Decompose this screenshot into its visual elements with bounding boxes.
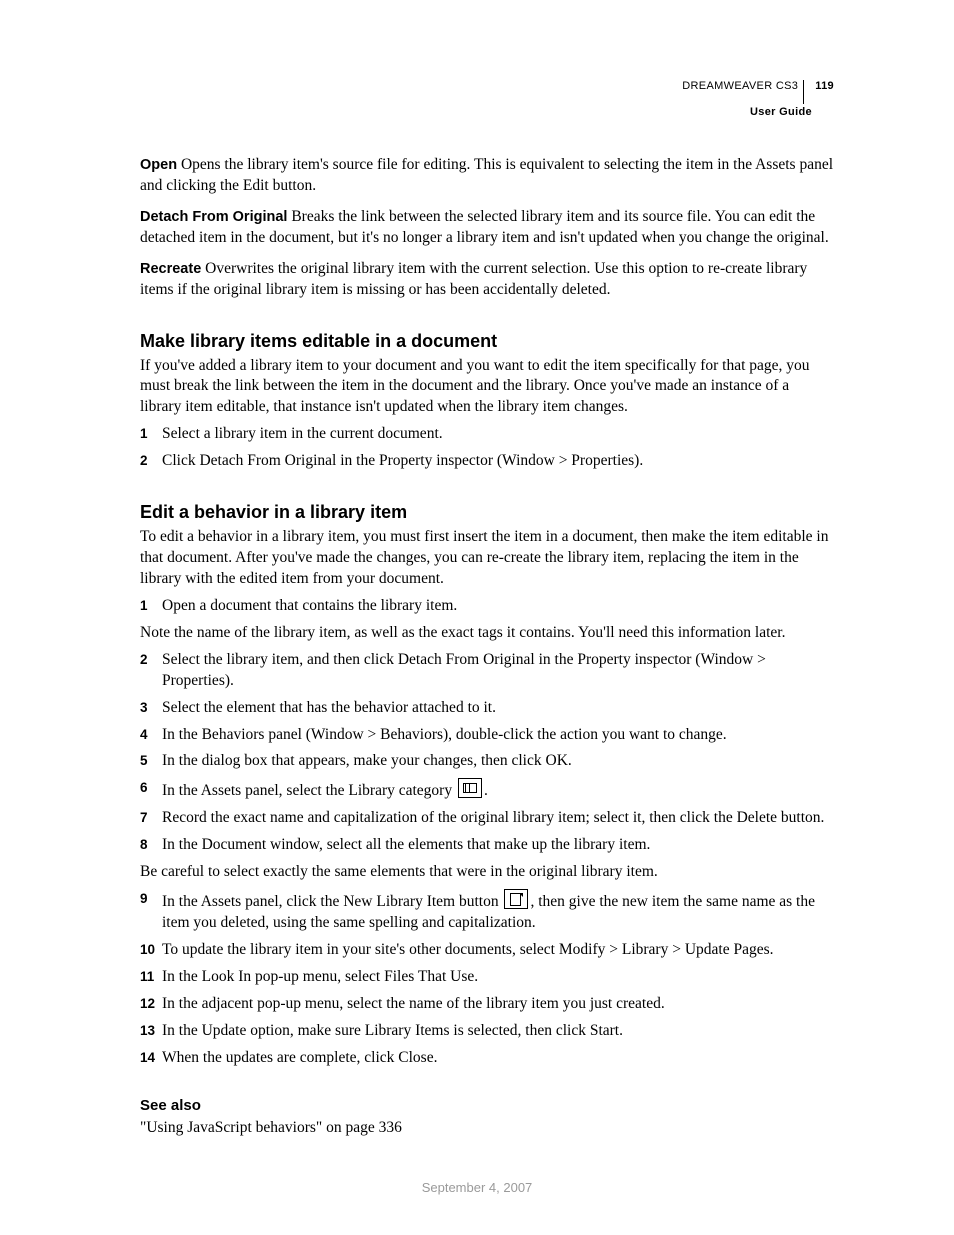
steps-list: 1 Open a document that contains the libra… [140, 596, 834, 617]
step-item: 5 In the dialog box that appears, make yo… [140, 751, 834, 772]
definition-term: Detach From Original [140, 209, 287, 225]
new-library-item-icon [504, 889, 528, 909]
step-number: 4 [140, 725, 148, 746]
page-content: Open Opens the library item's source fil… [140, 155, 834, 1138]
step-item: 11 In the Look In pop-up menu, select Fil… [140, 967, 834, 988]
steps-list: 2 Select the library item, and then click… [140, 650, 834, 856]
step-item: 1 Select a library item in the current do… [140, 424, 834, 445]
doc-subtitle: User Guide [682, 106, 812, 118]
section-intro: To edit a behavior in a library item, yo… [140, 527, 834, 590]
step-item: 1 Open a document that contains the libra… [140, 596, 834, 617]
step-number: 6 [140, 778, 148, 799]
definition-recreate: Recreate Overwrites the original library… [140, 259, 834, 301]
definition-open: Open Opens the library item's source fil… [140, 155, 834, 197]
definition-term: Recreate [140, 261, 201, 277]
step-text: Select the library item, and then click … [162, 651, 766, 689]
definition-term: Open [140, 157, 177, 173]
page-number: 119 [815, 80, 834, 92]
step-text: When the updates are complete, click Clo… [162, 1049, 437, 1066]
step-text: Select the element that has the behavior… [162, 699, 496, 716]
step-number: 2 [140, 451, 148, 472]
page-header: DREAMWEAVER CS3 119 User Guide [682, 80, 834, 118]
step-text: In the Assets panel, click the New Libra… [162, 893, 502, 910]
step-text: Open a document that contains the librar… [162, 597, 457, 614]
see-also-link[interactable]: "Using JavaScript behaviors" on page 336 [140, 1118, 834, 1139]
step-text: In the dialog box that appears, make you… [162, 752, 572, 769]
step-number: 1 [140, 424, 148, 445]
step-text: Click Detach From Original in the Proper… [162, 452, 643, 469]
definition-text: Overwrites the original library item wit… [140, 260, 807, 298]
step-text: Record the exact name and capitalization… [162, 809, 824, 826]
page: DREAMWEAVER CS3 119 User Guide Open Open… [0, 0, 954, 1235]
step-text: In the Behaviors panel (Window > Behavio… [162, 726, 727, 743]
step-item: 9 In the Assets panel, click the New Libr… [140, 889, 834, 934]
step-item: 2 Click Detach From Original in the Prope… [140, 451, 834, 472]
step-number: 5 [140, 751, 148, 772]
see-also-heading: See also [140, 1097, 834, 1114]
section-heading: Edit a behavior in a library item [140, 502, 834, 523]
footer-date: September 4, 2007 [0, 1180, 954, 1195]
section-heading: Make library items editable in a documen… [140, 331, 834, 352]
step-item: 12 In the adjacent pop-up menu, select th… [140, 994, 834, 1015]
step-item: 14 When the updates are complete, click C… [140, 1048, 834, 1069]
step-number: 10 [140, 940, 155, 961]
step-item: 7 Record the exact name and capitalizatio… [140, 808, 834, 829]
definition-detach: Detach From Original Breaks the link bet… [140, 207, 834, 249]
step-number: 13 [140, 1021, 155, 1042]
step-number: 14 [140, 1048, 155, 1069]
doc-title: DREAMWEAVER CS3 [682, 80, 798, 92]
step-item: 13 In the Update option, make sure Librar… [140, 1021, 834, 1042]
steps-list: 1 Select a library item in the current do… [140, 424, 834, 472]
step-item: 3 Select the element that has the behavio… [140, 698, 834, 719]
step-item: 6 In the Assets panel, select the Library… [140, 778, 834, 802]
definition-text: Opens the library item's source file for… [140, 156, 833, 194]
step-text: . [484, 782, 488, 799]
step-text: To update the library item in your site'… [162, 941, 774, 958]
step-item: 4 In the Behaviors panel (Window > Behavi… [140, 725, 834, 746]
steps-list: 9 In the Assets panel, click the New Libr… [140, 889, 834, 1068]
step-number: 2 [140, 650, 148, 671]
step-number: 11 [140, 967, 154, 988]
header-divider [803, 80, 804, 104]
step-item: 10 To update the library item in your sit… [140, 940, 834, 961]
step-text: In the Update option, make sure Library … [162, 1022, 623, 1039]
section-intro: If you've added a library item to your d… [140, 356, 834, 419]
step-text: In the Assets panel, select the Library … [162, 782, 456, 799]
step-item: 2 Select the library item, and then click… [140, 650, 834, 692]
step-text: In the Document window, select all the e… [162, 836, 650, 853]
step-number: 3 [140, 698, 148, 719]
step-number: 7 [140, 808, 148, 829]
step-number: 9 [140, 889, 148, 910]
step-number: 8 [140, 835, 148, 856]
step-note: Note the name of the library item, as we… [140, 623, 834, 644]
step-text: In the adjacent pop-up menu, select the … [162, 995, 665, 1012]
step-item: 8 In the Document window, select all the … [140, 835, 834, 856]
step-note: Be careful to select exactly the same el… [140, 862, 834, 883]
step-number: 12 [140, 994, 155, 1015]
step-text: In the Look In pop-up menu, select Files… [162, 968, 478, 985]
library-category-icon [458, 778, 482, 798]
step-number: 1 [140, 596, 148, 617]
step-text: Select a library item in the current doc… [162, 425, 443, 442]
